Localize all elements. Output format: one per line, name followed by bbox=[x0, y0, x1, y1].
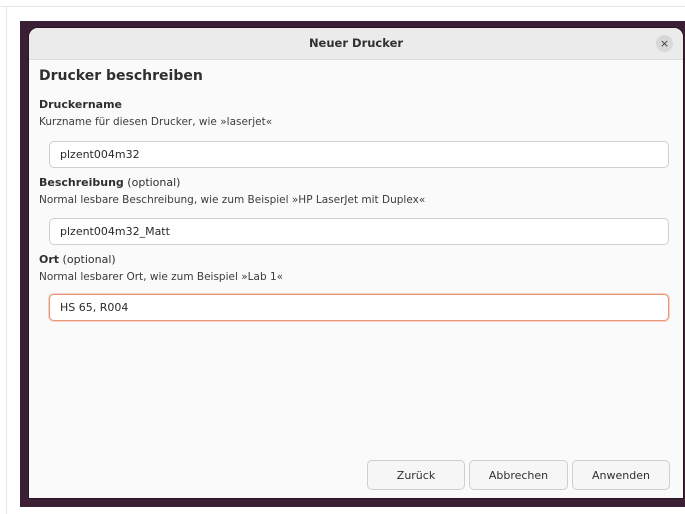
description-hint: Normal lesbare Beschreibung, wie zum Bei… bbox=[39, 194, 426, 206]
description-input[interactable] bbox=[49, 218, 669, 245]
cancel-button[interactable]: Abbrechen bbox=[469, 460, 568, 490]
printer-name-label-text: Druckername bbox=[39, 98, 122, 111]
new-printer-dialog: Neuer Drucker × Drucker beschreiben Druc… bbox=[29, 28, 683, 498]
description-optional-text: (optional) bbox=[123, 176, 181, 189]
description-label: Beschreibung (optional) bbox=[39, 176, 180, 189]
dialog-title: Neuer Drucker bbox=[308, 36, 404, 50]
printer-name-label: Druckername bbox=[39, 98, 122, 111]
back-button[interactable]: Zurück bbox=[367, 460, 465, 490]
location-hint: Normal lesbarer Ort, wie zum Beispiel »L… bbox=[39, 271, 284, 283]
background-divider-left bbox=[6, 6, 7, 514]
printer-name-hint: Kurzname für diesen Drucker, wie »laserj… bbox=[39, 116, 273, 128]
location-label-text: Ort bbox=[39, 253, 60, 266]
dialog-titlebar: Neuer Drucker × bbox=[29, 28, 683, 60]
background-divider-top bbox=[0, 6, 685, 7]
section-heading: Drucker beschreiben bbox=[39, 68, 203, 84]
location-optional-text: (optional) bbox=[59, 253, 116, 266]
location-label: Ort (optional) bbox=[39, 253, 116, 266]
description-label-text: Beschreibung bbox=[39, 176, 124, 189]
location-input[interactable] bbox=[49, 294, 669, 321]
screen: Neuer Drucker × Drucker beschreiben Druc… bbox=[0, 0, 685, 514]
printer-name-input[interactable] bbox=[49, 141, 669, 168]
close-icon[interactable]: × bbox=[656, 35, 673, 52]
apply-button[interactable]: Anwenden bbox=[572, 460, 670, 490]
